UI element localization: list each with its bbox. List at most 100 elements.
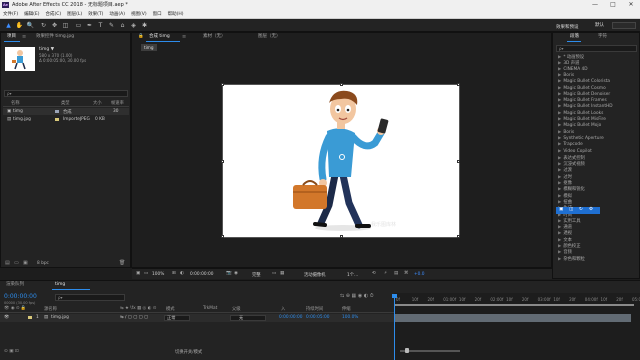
tab-render-queue[interactable]: 渲染队列 <box>3 281 27 289</box>
layer-duration-bar[interactable] <box>395 314 631 322</box>
effects-list-item[interactable]: ▶ 文本 <box>558 237 572 243</box>
menu-layer[interactable]: 图层(L) <box>67 11 82 17</box>
expand-arrow-icon[interactable]: ▶ <box>558 231 561 236</box>
rotation-tool-icon[interactable]: ↻ <box>39 21 48 30</box>
expand-arrow-icon[interactable]: ▶ <box>558 104 561 109</box>
tab-layer[interactable]: 图层（无） <box>255 33 284 41</box>
layer-row[interactable]: 👁 1 ▤ timg.jpg ⇆ ∕ ▢ ▢ ▢ ▢ 正常 无 0:00:00:… <box>0 314 394 322</box>
tab-composition[interactable]: 合成 timg <box>146 33 173 41</box>
menu-file[interactable]: 文件(F) <box>3 11 18 17</box>
effects-list-item[interactable]: ▶ Boris <box>558 130 574 135</box>
pan-behind-tool-icon[interactable]: ◫ <box>61 21 70 30</box>
effects-list-item[interactable]: ▶ 实用工具 <box>558 218 581 224</box>
fx-icon-2[interactable]: ◫ <box>569 207 573 212</box>
expand-arrow-icon[interactable]: ▶ <box>558 149 561 154</box>
menu-help[interactable]: 帮助(H) <box>168 11 184 17</box>
expand-arrow-icon[interactable]: ▶ <box>558 187 561 192</box>
camera-select[interactable]: 活动摄像机 <box>304 272 325 278</box>
hand-tool-icon[interactable]: ✋ <box>15 21 24 30</box>
layer-switch-icons[interactable]: ⇆ ∕ ▢ ▢ ▢ ▢ <box>120 315 148 320</box>
tab-footage[interactable]: 素材（无） <box>200 33 229 41</box>
expand-arrow-icon[interactable]: ▶ <box>558 244 561 249</box>
menu-edit[interactable]: 编辑(E) <box>24 11 39 17</box>
zoom-slider-thumb[interactable] <box>405 348 409 353</box>
visibility-eye-icon[interactable]: 👁 <box>4 315 9 320</box>
expand-arrow-icon[interactable]: ▶ <box>558 181 561 186</box>
expand-arrow-icon[interactable]: ▶ <box>558 238 561 243</box>
zoom-slider[interactable] <box>400 350 460 352</box>
expand-arrow-icon[interactable]: ▶ <box>558 225 561 230</box>
effects-list-item[interactable]: ▶ Magic Bullet Cosmo <box>558 86 606 91</box>
effects-list-item[interactable]: ▶ 杂色和颗粒 <box>558 256 585 262</box>
playhead-handle[interactable] <box>392 294 397 298</box>
fx-icon-1[interactable]: ▣ <box>559 207 563 212</box>
expand-arrow-icon[interactable]: ▶ <box>558 123 561 128</box>
new-comp-icon[interactable]: ▣ <box>23 260 28 266</box>
expand-arrow-icon[interactable]: ▶ <box>558 98 561 103</box>
panel-menu-icon[interactable]: ≡ <box>182 34 186 40</box>
effects-list-item[interactable]: ▶ Magic Bullet Denoiser <box>558 92 610 97</box>
resolution-select[interactable]: 完整 <box>252 272 261 278</box>
magnification-select[interactable]: 100% <box>152 272 164 277</box>
trash-icon[interactable]: 🗑 <box>119 260 125 266</box>
effects-list-item[interactable]: ▶ 过渡 <box>558 167 572 173</box>
effects-list-item[interactable]: ▶ 模拟 <box>558 193 572 199</box>
expand-arrow-icon[interactable]: ▶ <box>558 162 561 167</box>
expand-arrow-icon[interactable]: ▶ <box>558 130 561 135</box>
zoom-tool-icon[interactable]: 🔍 <box>26 21 35 30</box>
project-search-input[interactable]: ρ▾ <box>4 90 128 97</box>
menu-window[interactable]: 窗口 <box>153 11 162 17</box>
clone-stamp-tool-icon[interactable]: ⌂ <box>118 21 127 30</box>
expand-arrow-icon[interactable]: ▶ <box>558 200 561 205</box>
expand-arrow-icon[interactable]: ▶ <box>558 175 561 180</box>
rectangle-tool-icon[interactable]: ▭ <box>74 21 83 30</box>
tab-character[interactable]: 字符 <box>595 33 610 41</box>
table-row[interactable]: ▣ timg 合成 30 <box>3 108 129 115</box>
lock-icon[interactable]: 🔒 <box>135 33 147 41</box>
snapshot-icon[interactable]: 📷 <box>226 271 232 276</box>
fx-icon-3[interactable]: ↻ <box>579 207 583 212</box>
monitor-icon[interactable]: ▭ <box>144 271 148 276</box>
close-button[interactable]: ✕ <box>622 0 640 10</box>
transparency-grid-icon[interactable]: ▦ <box>280 271 284 276</box>
transform-handle[interactable] <box>340 235 343 238</box>
effects-list-item[interactable]: ▶ Magic Bullet Frames <box>558 98 607 103</box>
expand-arrow-icon[interactable]: ▶ <box>558 117 561 122</box>
region-of-interest-icon[interactable]: ▭ <box>272 271 276 276</box>
menu-composition[interactable]: 合成(C) <box>45 11 61 17</box>
grid-icon[interactable]: ⊞ <box>172 271 176 276</box>
minimize-button[interactable]: — <box>586 0 604 10</box>
effects-list-item[interactable]: ▶ Synthetic Aperture <box>558 136 604 141</box>
fast-preview-icon[interactable]: ⚡ <box>384 271 387 276</box>
timeline-search-input[interactable]: ρ▾ <box>55 294 125 301</box>
views-select[interactable]: 1个… <box>347 272 358 278</box>
effects-list-item[interactable]: ▶ 抠像 <box>558 180 572 186</box>
expand-arrow-icon[interactable]: ▶ <box>558 194 561 199</box>
table-row[interactable]: ▤ timg.jpg ImporteJPEG 0 KB <box>3 116 129 123</box>
brush-tool-icon[interactable]: ✎ <box>107 21 116 30</box>
effects-list-item[interactable]: ▶ Trapcode <box>558 142 583 147</box>
menu-animation[interactable]: 动画(A) <box>109 11 125 17</box>
playhead[interactable] <box>394 295 395 360</box>
transform-handle[interactable] <box>457 235 460 238</box>
expand-arrow-icon[interactable]: ▶ <box>558 168 561 173</box>
pen-tool-icon[interactable]: ✒ <box>85 21 94 30</box>
type-tool-icon[interactable]: T <box>96 21 105 30</box>
transform-handle[interactable] <box>221 160 224 163</box>
timeline-switch-icons[interactable]: ⇆ ⊕ ▦ ◉ ◐ ⏱ <box>340 293 374 299</box>
mask-visibility-icon[interactable]: ◐ <box>180 271 184 276</box>
label-color-swatch[interactable] <box>28 316 32 319</box>
column-trkmat[interactable]: TrkMat <box>203 306 217 311</box>
expand-arrow-icon[interactable]: ▶ <box>558 86 561 91</box>
expand-arrow-icon[interactable]: ▶ <box>558 55 561 60</box>
tab-project[interactable]: 项目 <box>4 33 19 41</box>
layer-stretch[interactable]: 100.0% <box>342 315 358 320</box>
effects-toolbar-selected[interactable]: ▣ ◫ ↻ ⚙ <box>556 207 600 214</box>
effects-list-item[interactable]: ▶ CINEMA 4D <box>558 67 588 72</box>
tab-paragraph[interactable]: 段落 <box>567 33 582 41</box>
layer-parent-select[interactable]: 无 <box>230 315 266 321</box>
camera-tool-icon[interactable]: ✥ <box>50 21 59 30</box>
expand-arrow-icon[interactable]: ▶ <box>558 142 561 147</box>
toggle-switches-modes[interactable]: 切换开关/模式 <box>175 349 202 355</box>
effects-list-item[interactable]: ▶ Magic Bullet Colorista <box>558 79 610 84</box>
